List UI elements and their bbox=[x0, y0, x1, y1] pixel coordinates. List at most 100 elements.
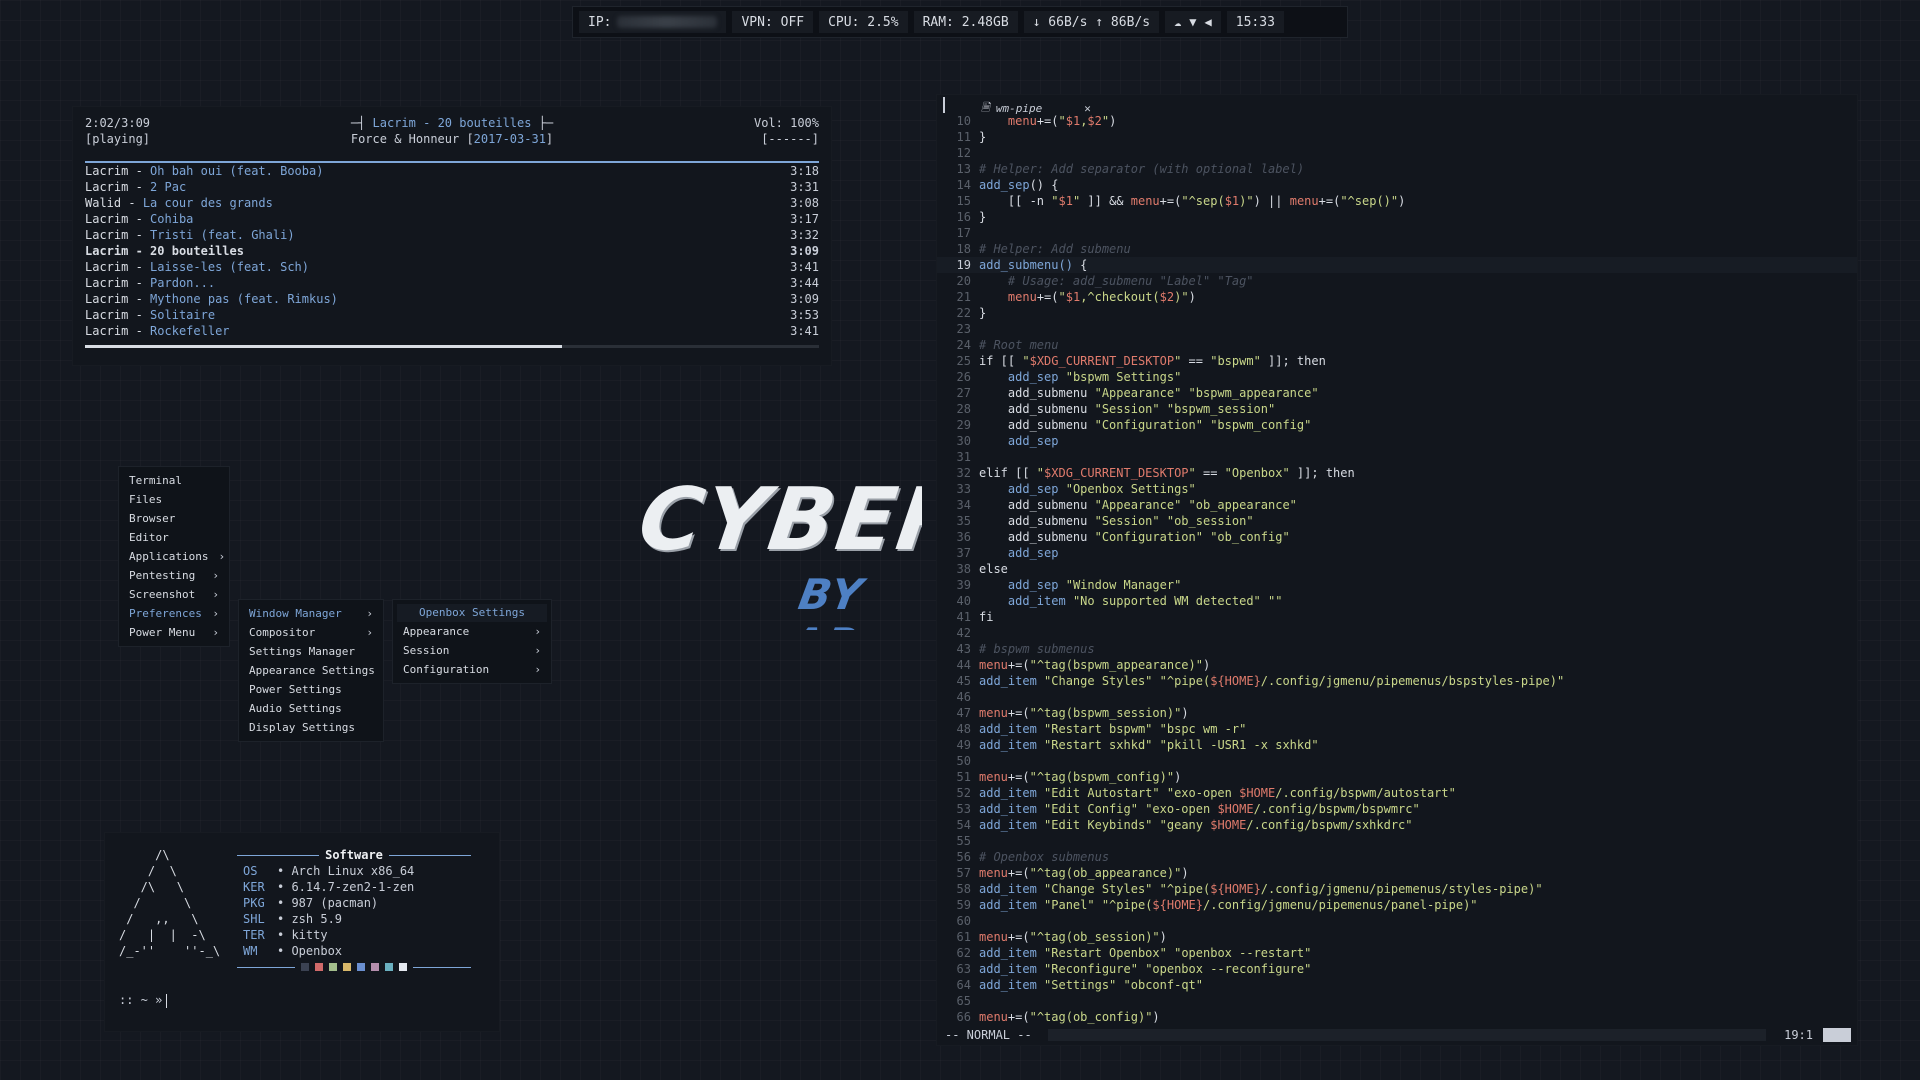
code-line[interactable]: 45 add_item "Change Styles" "^pipe(${HOME… bbox=[937, 673, 1857, 689]
clock[interactable]: 15:33 bbox=[1226, 11, 1284, 33]
code-line[interactable]: 40 add_item "No supported WM detected" "… bbox=[937, 593, 1857, 609]
code-line[interactable]: 32 elif [[ "$XDG_CURRENT_DESKTOP" == "Ope… bbox=[937, 465, 1857, 481]
code-line[interactable]: 31 bbox=[937, 449, 1857, 465]
code-line[interactable]: 34 add_submenu "Appearance" "ob_appearan… bbox=[937, 497, 1857, 513]
code-area[interactable]: 10 menu+=("$1,$2") 11} 12 13 # Helper: Add s… bbox=[937, 113, 1857, 1025]
code-line[interactable]: 51 menu+=("^tag(bspwm_config)") bbox=[937, 769, 1857, 785]
playlist-track[interactable]: Lacrim - Mythone pas (feat. Rimkus) 3:09 bbox=[85, 291, 819, 307]
code-line[interactable]: 23 bbox=[937, 321, 1857, 337]
menu-item[interactable]: Files bbox=[119, 490, 229, 509]
cloud-icon[interactable]: ☁ bbox=[1174, 15, 1181, 29]
menu-item[interactable]: Configuration › bbox=[393, 660, 551, 679]
menu-item[interactable]: Applications › bbox=[119, 547, 229, 566]
menu-item[interactable]: Pentesting › bbox=[119, 566, 229, 585]
playlist-track[interactable]: Lacrim - 20 bouteilles 3:09 bbox=[85, 243, 819, 259]
code-line[interactable]: 61 menu+=("^tag(ob_session)") bbox=[937, 929, 1857, 945]
playlist-track[interactable]: Lacrim - Cohiba 3:17 bbox=[85, 211, 819, 227]
volume-icon[interactable]: ◀ bbox=[1205, 15, 1212, 29]
playlist-track[interactable]: Lacrim - Rockefeller 3:41 bbox=[85, 323, 819, 339]
code-line[interactable]: 25 if [[ "$XDG_CURRENT_DESKTOP" == "bspwm… bbox=[937, 353, 1857, 369]
code-line[interactable]: 17 bbox=[937, 225, 1857, 241]
code-line[interactable]: 64 add_item "Settings" "obconf-qt" bbox=[937, 977, 1857, 993]
playlist-track[interactable]: Lacrim - Solitaire 3:53 bbox=[85, 307, 819, 323]
menu-item[interactable]: Audio Settings bbox=[239, 699, 383, 718]
menu-item[interactable]: Editor bbox=[119, 528, 229, 547]
code-line[interactable]: 37 add_sep bbox=[937, 545, 1857, 561]
vpn-widget[interactable]: VPN: OFF bbox=[732, 11, 814, 33]
code-line[interactable]: 52 add_item "Edit Autostart" "exo-open $H… bbox=[937, 785, 1857, 801]
wifi-icon[interactable]: ▼ bbox=[1189, 15, 1196, 29]
code-line[interactable]: 59 add_item "Panel" "^pipe(${HOME}/.confi… bbox=[937, 897, 1857, 913]
code-line[interactable]: 28 add_submenu "Session" "bspwm_session" bbox=[937, 401, 1857, 417]
code-line[interactable]: 41 fi bbox=[937, 609, 1857, 625]
code-line[interactable]: 12 bbox=[937, 145, 1857, 161]
code-line[interactable]: 18 # Helper: Add submenu bbox=[937, 241, 1857, 257]
code-line[interactable]: 15 [[ -n "$1" ]] && menu+=("^sep($1)") |… bbox=[937, 193, 1857, 209]
playlist-track[interactable]: Lacrim - Laisse-les (feat. Sch) 3:41 bbox=[85, 259, 819, 275]
menu-item[interactable]: Compositor › bbox=[239, 623, 383, 642]
playlist-track[interactable]: Lacrim - Pardon... 3:44 bbox=[85, 275, 819, 291]
code-line[interactable]: 48 add_item "Restart bspwm" "bspc wm -r" bbox=[937, 721, 1857, 737]
menu-item[interactable]: Power Settings bbox=[239, 680, 383, 699]
code-line[interactable]: 65 bbox=[937, 993, 1857, 1009]
code-line[interactable]: 30 add_sep bbox=[937, 433, 1857, 449]
code-line[interactable]: 27 add_submenu "Appearance" "bspwm_appea… bbox=[937, 385, 1857, 401]
volume-level[interactable]: Vol: 100% bbox=[754, 115, 819, 131]
code-line[interactable]: 62 add_item "Restart Openbox" "openbox --… bbox=[937, 945, 1857, 961]
code-line[interactable]: 33 add_sep "Openbox Settings" bbox=[937, 481, 1857, 497]
menu-item[interactable]: Browser bbox=[119, 509, 229, 528]
player-volume: Vol: 100% [------] bbox=[754, 115, 819, 147]
code-line[interactable]: 38 else bbox=[937, 561, 1857, 577]
menu-item[interactable]: Window Manager › bbox=[239, 604, 383, 623]
code-line[interactable]: 22} bbox=[937, 305, 1857, 321]
code-line[interactable]: 42 bbox=[937, 625, 1857, 641]
code-line[interactable]: 35 add_submenu "Session" "ob_session" bbox=[937, 513, 1857, 529]
menu-item[interactable]: Appearance › bbox=[393, 622, 551, 641]
code-line[interactable]: 56 # Openbox submenus bbox=[937, 849, 1857, 865]
menu-item[interactable]: Screenshot › bbox=[119, 585, 229, 604]
code-line[interactable]: 21 menu+=("$1,^checkout($2)") bbox=[937, 289, 1857, 305]
code-line[interactable]: 63 add_item "Reconfigure" "openbox --reco… bbox=[937, 961, 1857, 977]
menu-item-label: Window Manager bbox=[249, 607, 342, 620]
menu-item[interactable]: Preferences › bbox=[119, 604, 229, 623]
code-line[interactable]: 66 menu+=("^tag(ob_config)") bbox=[937, 1009, 1857, 1025]
code-line[interactable]: 10 menu+=("$1,$2") bbox=[937, 113, 1857, 129]
menu-item[interactable]: Settings Manager bbox=[239, 642, 383, 661]
menu-item[interactable]: Session › bbox=[393, 641, 551, 660]
menu-item[interactable]: Appearance Settings bbox=[239, 661, 383, 680]
code-line[interactable]: 60 bbox=[937, 913, 1857, 929]
code-line[interactable]: 29 add_submenu "Configuration" "bspwm_co… bbox=[937, 417, 1857, 433]
code-line[interactable]: 53 add_item "Edit Config" "exo-open $HOME… bbox=[937, 801, 1857, 817]
code-line[interactable]: 55 bbox=[937, 833, 1857, 849]
menu-item[interactable]: Terminal bbox=[119, 471, 229, 490]
code-line[interactable]: 58 add_item "Change Styles" "^pipe(${HOME… bbox=[937, 881, 1857, 897]
playlist-track[interactable]: Lacrim - Oh bah oui (feat. Booba) 3:18 bbox=[85, 163, 819, 179]
code-editor[interactable]: 🗎 wm-pipe ✕ 10 menu+=("$1,$2") 11} 12 13 # H… bbox=[936, 94, 1858, 1046]
code-line[interactable]: 39 add_sep "Window Manager" bbox=[937, 577, 1857, 593]
code-line[interactable]: 43 # bspwm submenus bbox=[937, 641, 1857, 657]
code-line[interactable]: 19 add_submenu() { bbox=[937, 257, 1857, 273]
code-line[interactable]: 13 # Helper: Add separator (with optional… bbox=[937, 161, 1857, 177]
progress-bar[interactable] bbox=[85, 345, 819, 348]
menu-item[interactable]: Power Menu › bbox=[119, 623, 229, 642]
shell-prompt[interactable]: :: ~ » bbox=[119, 993, 168, 1008]
code-line[interactable]: 11} bbox=[937, 129, 1857, 145]
code-line[interactable]: 57 menu+=("^tag(ob_appearance)") bbox=[937, 865, 1857, 881]
code-line[interactable]: 47 menu+=("^tag(bspwm_session)") bbox=[937, 705, 1857, 721]
code-line[interactable]: 26 add_sep "bspwm Settings" bbox=[937, 369, 1857, 385]
terminal-fetch[interactable]: /\ / \ /\ \ / \ / ,, \ / | | -\ /_-'' ''… bbox=[104, 832, 500, 1032]
code-line[interactable]: 49 add_item "Restart sxhkd" "pkill -USR1 … bbox=[937, 737, 1857, 753]
code-line[interactable]: 44 menu+=("^tag(bspwm_appearance)") bbox=[937, 657, 1857, 673]
playlist-track[interactable]: Lacrim - Tristi (feat. Ghali) 3:32 bbox=[85, 227, 819, 243]
code-line[interactable]: 24 # Root menu bbox=[937, 337, 1857, 353]
code-line[interactable]: 50 bbox=[937, 753, 1857, 769]
code-line[interactable]: 16} bbox=[937, 209, 1857, 225]
playlist-track[interactable]: Walid - La cour des grands 3:08 bbox=[85, 195, 819, 211]
code-line[interactable]: 20 # Usage: add_submenu "Label" "Tag" bbox=[937, 273, 1857, 289]
menu-item[interactable]: Display Settings bbox=[239, 718, 383, 737]
code-line[interactable]: 46 bbox=[937, 689, 1857, 705]
code-line[interactable]: 14 add_sep() { bbox=[937, 177, 1857, 193]
playlist-track[interactable]: Lacrim - 2 Pac 3:31 bbox=[85, 179, 819, 195]
code-line[interactable]: 36 add_submenu "Configuration" "ob_confi… bbox=[937, 529, 1857, 545]
code-line[interactable]: 54 add_item "Edit Keybinds" "geany $HOME/… bbox=[937, 817, 1857, 833]
